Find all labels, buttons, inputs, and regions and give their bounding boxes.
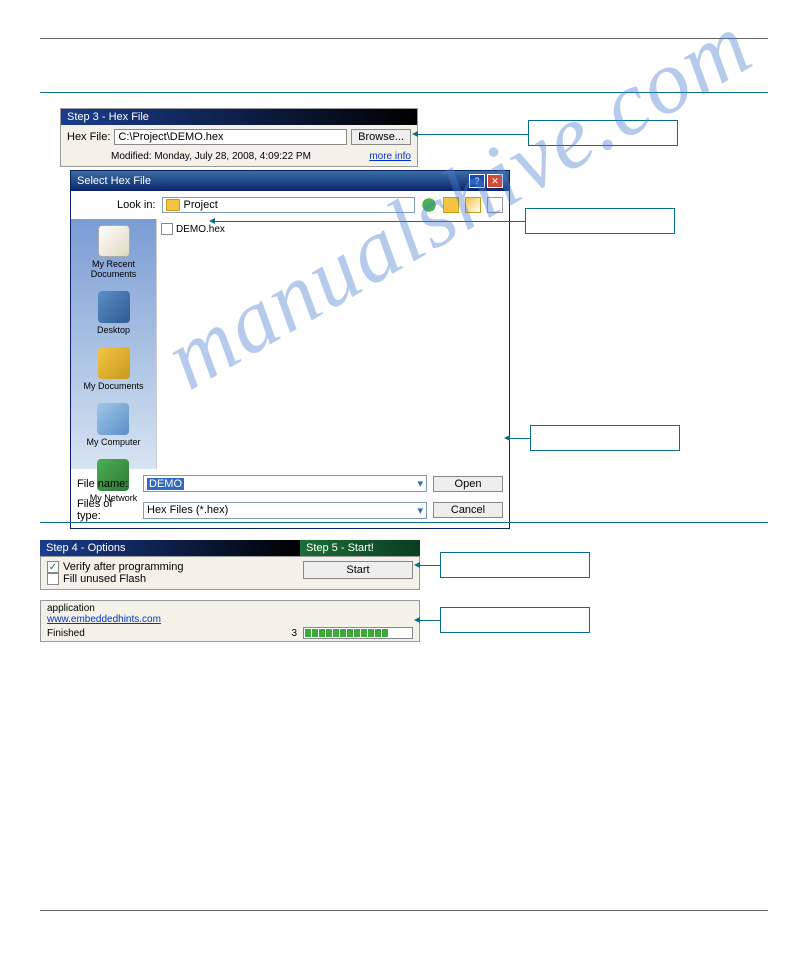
cancel-button[interactable]: Cancel (433, 502, 503, 518)
chevron-down-icon: ▾ (417, 504, 423, 517)
select-hex-file-dialog: Select Hex File ? ✕ Look in: Project My … (70, 170, 510, 529)
filetype-combo[interactable]: Hex Files (*.hex)▾ (143, 502, 427, 519)
count-label: 3 (291, 628, 297, 639)
up-folder-icon[interactable] (443, 197, 459, 213)
new-folder-icon[interactable] (465, 197, 481, 213)
open-button[interactable]: Open (433, 476, 503, 492)
lookin-label: Look in: (117, 199, 156, 211)
arrow-head-icon (504, 435, 510, 441)
arrow-head-icon (209, 218, 215, 224)
status-panel: application www.embeddedhints.com Finish… (40, 600, 420, 642)
arrow-head-icon (412, 131, 418, 137)
mydocs-icon (98, 347, 130, 379)
sidebar-mydocs[interactable]: My Documents (83, 347, 143, 391)
file-list[interactable]: DEMO.hex (156, 219, 509, 469)
arrow-head-icon (414, 562, 420, 568)
callout-line (510, 438, 530, 439)
hexfile-input[interactable] (114, 129, 347, 145)
moreinfo-link[interactable]: more info (369, 151, 411, 162)
step3-panel: Step 3 - Hex File Hex File: Browse... Mo… (60, 108, 418, 167)
step3-title: Step 3 - Hex File (61, 109, 417, 125)
step5-title: Step 5 - Start! (300, 540, 420, 556)
browse-button[interactable]: Browse... (351, 129, 411, 145)
back-icon[interactable] (421, 197, 437, 213)
app-link[interactable]: www.embeddedhints.com (47, 614, 161, 625)
modified-text: Modified: Monday, July 28, 2008, 4:09:22… (111, 151, 311, 162)
help-icon[interactable]: ? (469, 174, 485, 188)
step4-title: Step 4 - Options (40, 540, 300, 556)
recent-docs-icon (98, 225, 130, 257)
callout-line (215, 221, 525, 222)
callout-box-start (440, 552, 590, 578)
desktop-icon (98, 291, 130, 323)
progress-bar (303, 627, 413, 639)
hexfile-label: Hex File: (67, 131, 110, 143)
lookin-dropdown[interactable]: Project (162, 197, 415, 213)
sidebar-desktop[interactable]: Desktop (97, 291, 130, 335)
callout-box-open (530, 425, 680, 451)
chevron-down-icon: ▾ (417, 477, 423, 490)
hexfile-icon (161, 223, 173, 235)
sidebar-recent[interactable]: My Recent Documents (73, 225, 154, 279)
callout-line (420, 565, 440, 566)
file-item[interactable]: DEMO.hex (161, 223, 505, 235)
verify-label: Verify after programming (63, 561, 183, 573)
step4-5-panel: Step 4 - Options Step 5 - Start! ✓ Verify… (40, 540, 420, 590)
callout-line (418, 134, 528, 135)
folder-icon (166, 199, 180, 211)
filename-combo[interactable]: DEMO▾ (143, 475, 427, 492)
callout-box-browse (528, 120, 678, 146)
sidebar-mycomp[interactable]: My Computer (86, 403, 140, 447)
close-icon[interactable]: ✕ (487, 174, 503, 188)
fill-checkbox[interactable] (47, 573, 59, 585)
fill-label: Fill unused Flash (63, 573, 146, 585)
dialog-title: Select Hex File (77, 175, 151, 187)
callout-line (420, 620, 440, 621)
filetype-label: Files of type: (77, 498, 137, 522)
dialog-sidebar: My Recent Documents Desktop My Documents… (71, 219, 156, 469)
arrow-head-icon (414, 617, 420, 623)
start-button[interactable]: Start (303, 561, 413, 579)
verify-checkbox[interactable]: ✓ (47, 561, 59, 573)
filename-label: File name: (77, 478, 137, 490)
finished-label: Finished (47, 628, 85, 639)
view-menu-icon[interactable] (487, 197, 503, 213)
mycomputer-icon (97, 403, 129, 435)
callout-box-file (525, 208, 675, 234)
app-label: application (47, 603, 95, 614)
callout-box-progress (440, 607, 590, 633)
